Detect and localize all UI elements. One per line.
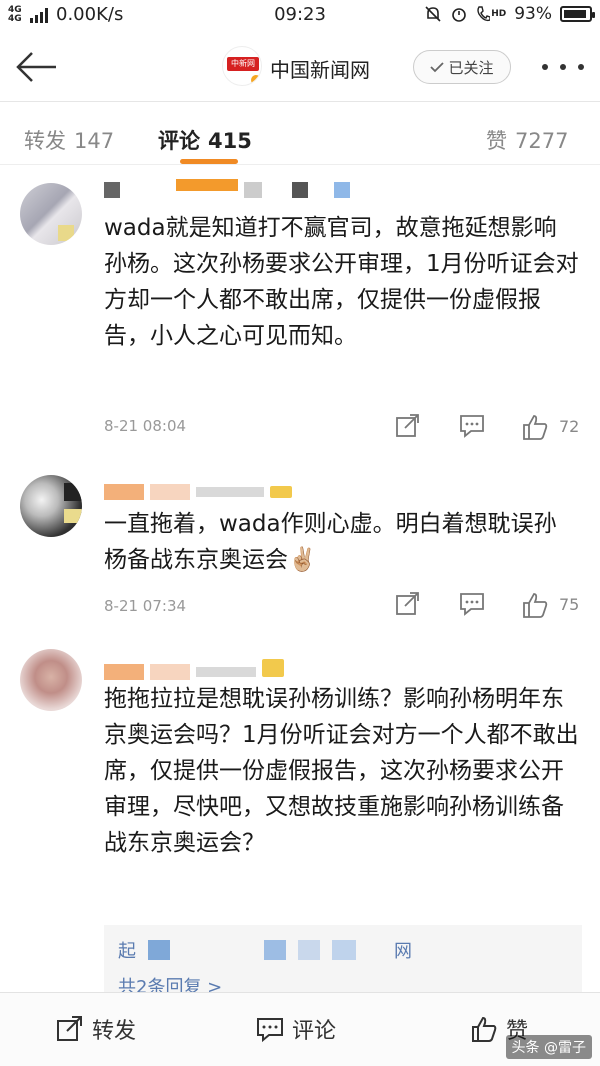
- username-blurred[interactable]: [104, 483, 292, 501]
- avatar[interactable]: [20, 183, 82, 245]
- logo-text: 中新网: [227, 57, 259, 71]
- tab-label: 赞: [486, 129, 507, 153]
- tab-count: 147: [74, 129, 115, 153]
- blurred-name: [298, 940, 320, 960]
- comment-text: wada就是知道打不赢官司，故意拖延想影响孙杨。这次孙杨要求公开审理，1月份听证…: [104, 215, 579, 349]
- follow-label: 已关注: [448, 58, 494, 77]
- verified-badge-icon: [249, 73, 261, 85]
- back-button[interactable]: [14, 50, 58, 84]
- comment-icon: [257, 1018, 283, 1043]
- hd-label: HD: [491, 9, 507, 19]
- repost-label: 转发: [92, 1019, 137, 1044]
- comment-icon[interactable]: [459, 413, 485, 439]
- username-blurred[interactable]: [104, 659, 284, 681]
- tab-repost[interactable]: 转发 147: [24, 125, 114, 155]
- reply-suffix: 网: [394, 941, 412, 962]
- avatar[interactable]: [20, 649, 82, 711]
- account-avatar[interactable]: 中新网: [222, 46, 262, 86]
- mute-bell-icon: [425, 6, 441, 22]
- comment-actions: 75: [395, 591, 585, 619]
- like-count: 72: [559, 417, 580, 436]
- like-icon[interactable]: [521, 413, 549, 441]
- tab-likes[interactable]: 赞 7277: [486, 125, 568, 155]
- battery-icon: [560, 6, 595, 22]
- repost-button[interactable]: 转发: [56, 1013, 136, 1045]
- avatar-patch: [58, 225, 74, 241]
- repost-icon[interactable]: [395, 591, 421, 617]
- bottom-action-bar: 转发 评论 赞 头条 @雷子: [0, 992, 600, 1066]
- blurred-name: [182, 940, 252, 960]
- tab-label: 评论: [158, 129, 200, 153]
- tab-bar: 转发 147 评论 415 赞 7277: [0, 103, 600, 165]
- comment-button[interactable]: 评论: [256, 1013, 336, 1045]
- username-blurred[interactable]: [104, 179, 350, 199]
- blurred-name: [368, 940, 382, 960]
- account-name[interactable]: 中国新闻网: [270, 54, 370, 83]
- comment-time: 8-21 08:04: [104, 417, 187, 435]
- more-dot-icon: [560, 64, 566, 70]
- more-dot-icon: [578, 64, 584, 70]
- more-dot-icon: [542, 64, 548, 70]
- comment-time: 8-21 07:34: [104, 597, 187, 615]
- back-arrow-icon: [16, 52, 56, 82]
- active-tab-indicator: [180, 159, 238, 164]
- avatar-patch: [64, 483, 82, 501]
- like-count: 75: [559, 595, 580, 614]
- tab-count: 415: [208, 129, 252, 153]
- comment-text: 一直拖着，wada作则心虚。明白着想耽误孙杨备战东京奥运会✌🏼: [104, 511, 557, 573]
- comment-text: 拖拖拉拉是想耽误孙杨训练？影响孙杨明年东京奥运会吗？1月份听证会对方一个人都不敢…: [104, 686, 579, 856]
- status-right: HD 93%: [424, 4, 595, 24]
- reply-line: 起 网: [118, 937, 412, 963]
- check-icon: [430, 62, 445, 73]
- tab-comments[interactable]: 评论 415: [158, 125, 252, 155]
- reply-prefix: 起: [118, 941, 136, 962]
- comment-item: wada就是知道打不赢官司，故意拖延想影响孙杨。这次孙杨要求公开审理，1月份听证…: [0, 165, 600, 455]
- alarm-icon: [452, 8, 466, 22]
- follow-button[interactable]: 已关注: [413, 50, 511, 84]
- blurred-name: [264, 940, 286, 960]
- blurred-name: [148, 940, 170, 960]
- avatar[interactable]: [20, 475, 82, 537]
- battery-percent: 93%: [514, 4, 552, 24]
- comment-icon[interactable]: [459, 591, 485, 617]
- blurred-name: [332, 940, 356, 960]
- repost-icon: [57, 1016, 82, 1041]
- avatar-patch: [64, 509, 82, 523]
- comment-actions: 72: [395, 413, 585, 441]
- watermark: 头条 @雷子: [505, 1035, 592, 1059]
- like-icon: [472, 1016, 497, 1042]
- comment-item: 一直拖着，wada作则心虚。明白着想耽误孙杨备战东京奥运会✌🏼 8-21 07:…: [0, 455, 600, 635]
- more-button[interactable]: [542, 55, 584, 79]
- comment-label: 评论: [292, 1019, 337, 1044]
- status-bar: 4G 4G 0.00K/s 09:23 HD 93%: [0, 0, 600, 30]
- like-icon[interactable]: [521, 591, 549, 619]
- battery-fill: [564, 10, 587, 18]
- repost-icon[interactable]: [395, 413, 421, 439]
- tab-count: 7277: [515, 129, 569, 153]
- page-header: 中新网 中国新闻网 已关注: [0, 30, 600, 102]
- tab-label: 转发: [24, 129, 66, 153]
- hd-call-icon: HD: [476, 5, 506, 23]
